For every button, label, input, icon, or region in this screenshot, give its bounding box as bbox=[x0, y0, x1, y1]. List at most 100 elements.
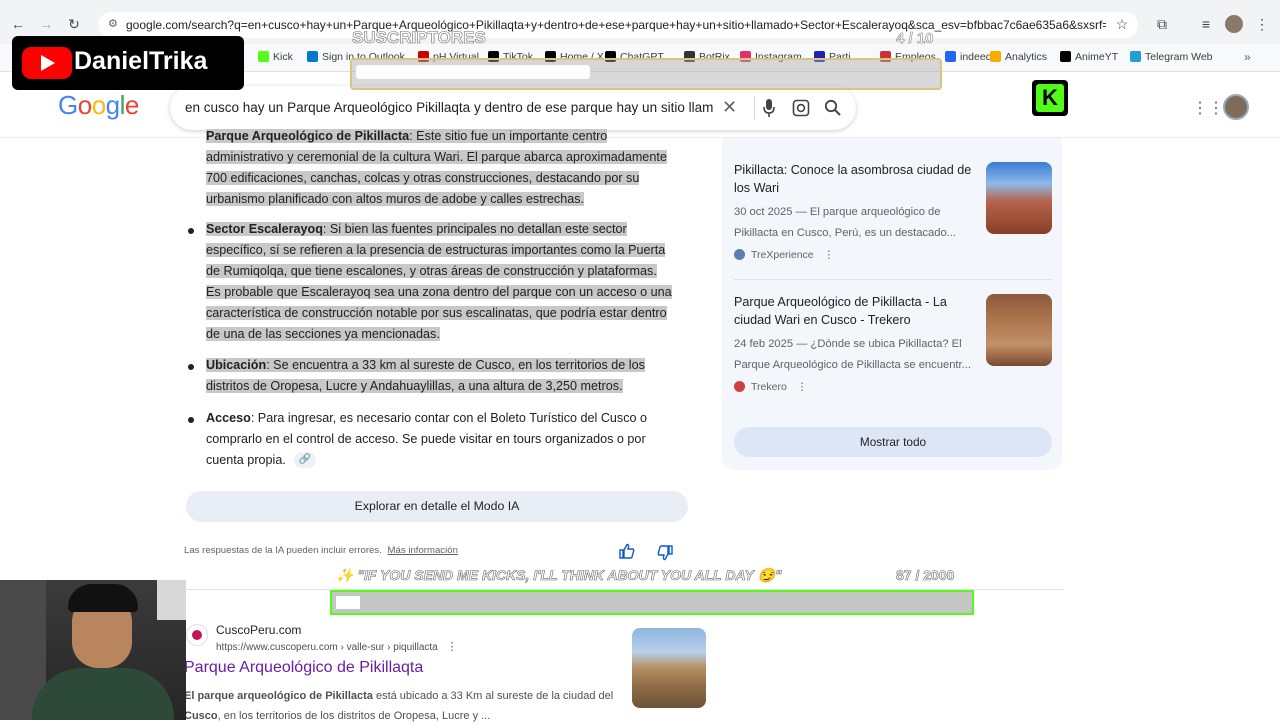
logo-letter: o bbox=[91, 90, 106, 120]
source-favicon-icon bbox=[734, 381, 745, 392]
ai-top-rest: : Este sitio fue un importante centro bbox=[409, 129, 608, 143]
result-snippet: El parque arqueológico de Pikillacta est… bbox=[184, 686, 624, 726]
subs-label: SUSCRIPTORES bbox=[352, 28, 486, 48]
ai-list-item: Acceso: Para ingresar, es necesario cont… bbox=[206, 408, 692, 471]
thumbs-down-icon[interactable] bbox=[657, 545, 673, 561]
bookmark-item[interactable]: Analytics bbox=[990, 51, 1047, 63]
bookmark-favicon-icon bbox=[258, 51, 269, 62]
source-title-line: Pikillacta: Conoce la asombrosa ciudad d… bbox=[734, 163, 972, 177]
bookmark-favicon-icon bbox=[1060, 51, 1071, 62]
google-logo[interactable]: Google bbox=[58, 90, 139, 121]
ai-text-line: 700 edificaciones, canchas, colcas y otr… bbox=[206, 171, 640, 185]
source-site-name: Trekero bbox=[751, 381, 787, 393]
result-options-icon[interactable]: ⋮ bbox=[447, 641, 458, 653]
bookmark-label: indeed bbox=[960, 51, 992, 63]
ai-top-paragraph: Parque Arqueológico de Pikillacta: Este … bbox=[206, 126, 692, 210]
subs-goal-fill bbox=[356, 65, 590, 79]
snippet-rest-1: está ubicado a 33 Km al sureste de la ci… bbox=[372, 690, 614, 702]
bookmark-item[interactable]: Kick bbox=[258, 51, 293, 63]
bullet-icon bbox=[188, 228, 194, 234]
search-icon[interactable] bbox=[824, 99, 842, 117]
result-title-link[interactable]: Parque Arqueológico de Pikillaqta bbox=[184, 659, 423, 677]
account-avatar[interactable] bbox=[1223, 94, 1249, 120]
address-bar[interactable]: ⚙ google.com/search?q=en+cusco+hay+un+Pa… bbox=[98, 12, 1138, 38]
result-thumbnail[interactable] bbox=[632, 628, 706, 708]
kicks-label: ✨ "IF YOU SEND ME KICKS, I'LL THINK ABOU… bbox=[336, 567, 782, 584]
result-site-name: CuscoPeru.com bbox=[216, 623, 302, 637]
search-box[interactable]: en cusco hay un Parque Arqueológico Piki… bbox=[170, 86, 856, 130]
back-icon[interactable]: ← bbox=[8, 14, 28, 34]
ai-text-line: urbanismo planificado con altos muros de… bbox=[206, 192, 585, 206]
kick-logo: K bbox=[1032, 80, 1068, 116]
ai-item-text: : Para ingresar, es necesario contar con… bbox=[250, 411, 648, 425]
search-input[interactable]: en cusco hay un Parque Arqueológico Piki… bbox=[185, 100, 713, 115]
result-breadcrumb-text: https://www.cuscoperu.com › valle-sur › … bbox=[216, 642, 438, 653]
profile-avatar[interactable] bbox=[1225, 15, 1243, 33]
source-title[interactable]: Parque Arqueológico de Pikillacta - La ci… bbox=[734, 294, 980, 329]
ai-disclaimer: Las respuestas de la IA pueden incluir e… bbox=[184, 545, 458, 556]
webcam-feed bbox=[0, 580, 186, 720]
ai-text-line: administrativo y ceremonial de la cultur… bbox=[206, 150, 667, 164]
bullet-icon bbox=[188, 364, 194, 370]
kicks-goal-fill bbox=[336, 596, 360, 609]
bookmark-favicon-icon bbox=[945, 51, 956, 62]
source-title-line: Parque Arqueológico de Pikillacta - La bbox=[734, 295, 947, 309]
bookmark-label: Analytics bbox=[1005, 51, 1048, 63]
bookmark-label: AnimeYT bbox=[1075, 51, 1119, 63]
source-title-line: ciudad Wari en Cusco - Trekero bbox=[734, 312, 911, 327]
link-icon[interactable]: 🔗 bbox=[294, 452, 316, 468]
kicks-goal-bar bbox=[330, 590, 974, 615]
bookmark-star-icon[interactable]: ☆ bbox=[1112, 14, 1132, 34]
more-info-link[interactable]: Más información bbox=[388, 545, 458, 556]
ai-list-item: Sector Escalerayoq: Si bien las fuentes … bbox=[206, 219, 692, 345]
ai-text-line: comprarlo en el control de acceso. Se pu… bbox=[206, 432, 646, 446]
source-site-name: TreXperience bbox=[751, 249, 814, 261]
microphone-icon[interactable] bbox=[762, 98, 776, 118]
clear-search-icon[interactable]: ✕ bbox=[722, 97, 737, 118]
ai-list-item: Ubicación: Se encuentra a 33 km al sures… bbox=[206, 355, 692, 397]
reload-icon[interactable]: ↻ bbox=[64, 14, 84, 34]
ai-top-bold: Parque Arqueológico de Pikillacta bbox=[206, 129, 410, 143]
bookmark-label: Telegram Web bbox=[1145, 51, 1213, 63]
divider bbox=[754, 96, 755, 120]
ai-disclaimer-text: Las respuestas de la IA pueden incluir e… bbox=[184, 545, 382, 556]
source-thumbnail[interactable] bbox=[986, 162, 1052, 234]
ai-text-line: característica de construcción notable p… bbox=[206, 306, 667, 320]
bookmark-item[interactable]: indeed bbox=[945, 51, 992, 63]
ai-item-heading: Acceso bbox=[206, 411, 251, 425]
channel-badge: DanielTrika bbox=[12, 36, 244, 90]
extensions-icon[interactable]: ⧉ bbox=[1152, 14, 1172, 34]
lens-icon[interactable] bbox=[792, 99, 810, 117]
snippet-rest-2: , en los territorios de los distritos de… bbox=[217, 710, 491, 722]
source-thumbnail[interactable] bbox=[986, 294, 1052, 366]
bookmark-favicon-icon bbox=[990, 51, 1001, 62]
explore-ai-mode-button[interactable]: Explorar en detalle el Modo IA bbox=[186, 491, 688, 522]
source-options-icon[interactable]: ⋮ bbox=[797, 381, 808, 393]
ai-text-line: específico, sí se refieren a la presenci… bbox=[206, 243, 666, 257]
ai-text-line: distritos de Oropesa, Lucre y Andahuayli… bbox=[206, 379, 623, 393]
ai-text-line: de Rumiqolqa, que tiene escalones, y otr… bbox=[206, 264, 657, 278]
bookmark-item[interactable]: Telegram Web bbox=[1130, 51, 1213, 63]
channel-name: DanielTrika bbox=[74, 47, 208, 75]
ai-item-heading: Sector Escalerayoq bbox=[206, 222, 323, 236]
bookmark-favicon-icon bbox=[307, 51, 318, 62]
logo-letter: o bbox=[77, 90, 92, 120]
more-bookmarks-icon[interactable]: » bbox=[1244, 50, 1251, 64]
kicks-label-text: "IF YOU SEND ME KICKS, I'LL THINK ABOUT … bbox=[357, 567, 754, 584]
site-info-icon[interactable]: ⚙ bbox=[108, 17, 118, 30]
source-options-icon[interactable]: ⋮ bbox=[824, 249, 835, 261]
bookmark-item[interactable]: AnimeYT bbox=[1060, 51, 1118, 63]
subs-count: 4 / 10 bbox=[896, 30, 934, 48]
logo-letter: g bbox=[105, 90, 120, 120]
source-title[interactable]: Pikillacta: Conoce la asombrosa ciudad d… bbox=[734, 162, 980, 197]
media-icon[interactable]: ≡ bbox=[1196, 14, 1216, 34]
thumbs-up-icon[interactable] bbox=[619, 543, 635, 559]
forward-icon[interactable]: → bbox=[36, 14, 56, 34]
ai-text-line: de una de las secciones ya mencionadas. bbox=[206, 327, 440, 341]
kicks-count: 87 / 2000 bbox=[896, 567, 955, 584]
ai-text-line: cuenta propia. bbox=[206, 453, 286, 467]
show-all-button[interactable]: Mostrar todo bbox=[734, 427, 1052, 457]
bookmark-label: Kick bbox=[273, 51, 293, 63]
bookmark-favicon-icon bbox=[1130, 51, 1141, 62]
browser-menu-icon[interactable]: ⋮ bbox=[1252, 14, 1272, 34]
